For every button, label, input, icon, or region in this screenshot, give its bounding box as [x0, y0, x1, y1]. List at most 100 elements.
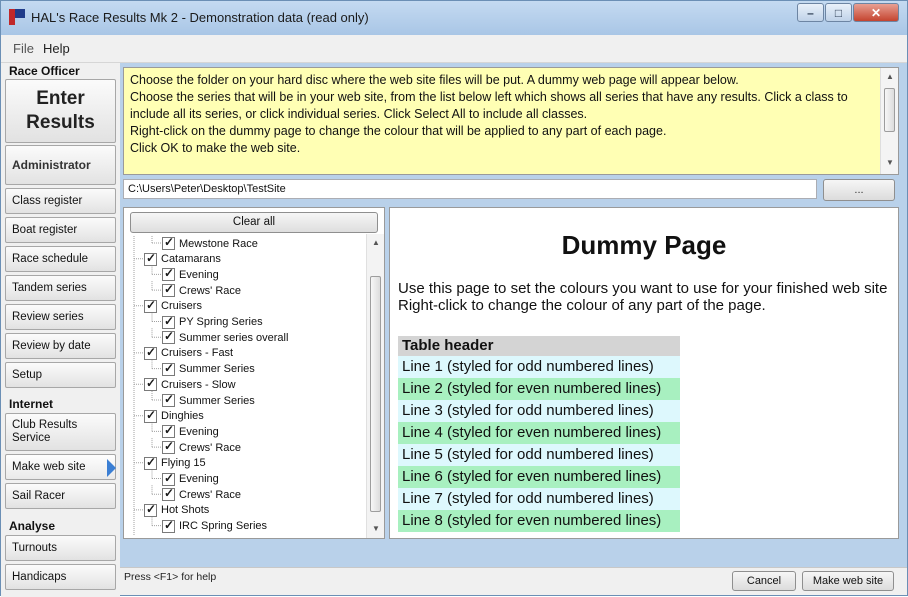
dummy-page-panel[interactable]: Dummy Page Use this page to set the colo…: [389, 207, 899, 539]
checkmark-icon: ✓: [146, 297, 157, 312]
sidebar-item-turnouts[interactable]: Turnouts: [5, 535, 116, 561]
close-button[interactable]: ✕: [853, 3, 899, 22]
scroll-up-icon[interactable]: ▲: [372, 238, 380, 247]
tree-class-node[interactable]: ✓ Cruisers - Fast: [144, 345, 233, 361]
scroll-thumb[interactable]: [884, 88, 895, 132]
checkbox[interactable]: ✓: [162, 314, 175, 329]
sidebar-item-tandem-series[interactable]: Tandem series: [5, 275, 116, 301]
tree-series-node[interactable]: ✓ Summer series overall: [162, 329, 288, 345]
make-web-site-button[interactable]: Make web site: [802, 571, 894, 591]
checkmark-icon: ✓: [164, 282, 175, 297]
tree-class-node[interactable]: ✓ Dinghies: [144, 407, 204, 424]
sidebar-item-make-web-site[interactable]: Make web site: [5, 454, 116, 480]
dummy-table-header[interactable]: Table header: [398, 336, 680, 356]
checkbox[interactable]: ✓: [162, 329, 175, 345]
tree-series-node[interactable]: ✓ Evening: [162, 423, 219, 439]
dummy-table[interactable]: Table header Line 1 (styled for odd numb…: [398, 336, 680, 532]
dummy-page-body[interactable]: Use this page to set the colours you wan…: [398, 280, 888, 314]
dummy-table-row[interactable]: Line 2 (styled for even numbered lines): [398, 378, 680, 400]
checkmark-icon: ✓: [164, 392, 175, 406]
dummy-table-row[interactable]: Line 3 (styled for odd numbered lines): [398, 400, 680, 422]
instructions-scrollbar[interactable]: ▲ ▼: [880, 68, 898, 174]
checkbox[interactable]: ✓: [144, 345, 157, 360]
tree-class-node[interactable]: ✓ Flying 15: [144, 455, 206, 471]
dummy-table-row[interactable]: Line 6 (styled for even numbered lines): [398, 466, 680, 488]
checkmark-icon: ✓: [146, 407, 157, 422]
tree-series-node[interactable]: ✓ Crews' Race: [162, 439, 241, 455]
checkbox[interactable]: ✓: [144, 502, 157, 517]
scroll-thumb[interactable]: [370, 276, 381, 512]
checkbox[interactable]: ✓: [162, 266, 175, 282]
checkbox[interactable]: ✓: [162, 486, 175, 502]
cancel-button[interactable]: Cancel: [732, 571, 796, 591]
administrator-button[interactable]: Administrator: [5, 145, 116, 185]
sidebar-item-handicaps[interactable]: Handicaps: [5, 564, 116, 590]
checkbox[interactable]: ✓: [162, 236, 175, 250]
checkbox[interactable]: ✓: [162, 282, 175, 298]
sidebar-item-label: Review series: [12, 311, 84, 323]
checkbox[interactable]: ✓: [144, 376, 157, 392]
checkbox[interactable]: ✓: [144, 455, 157, 470]
maximize-icon: □: [834, 6, 843, 20]
clear-all-button[interactable]: Clear all: [130, 212, 378, 233]
checkbox[interactable]: ✓: [162, 518, 175, 533]
tree-node-label: Crews' Race: [179, 488, 242, 501]
tree-series-node[interactable]: ✓ Crews' Race: [162, 282, 241, 298]
sidebar-item-club-results-service[interactable]: Club Results Service: [5, 413, 116, 451]
scroll-down-icon[interactable]: ▼: [886, 158, 894, 167]
checkbox[interactable]: ✓: [162, 471, 175, 486]
sidebar-item-class-register[interactable]: Class register: [5, 188, 116, 214]
checkbox[interactable]: ✓: [144, 251, 157, 266]
instructions-panel[interactable]: Choose the folder on your hard disc wher…: [123, 67, 899, 175]
tree-series-node[interactable]: ✓ Summer Series: [162, 360, 255, 377]
tree-series-node[interactable]: ✓ Evening: [162, 471, 219, 487]
sidebar: Race Officer Enter Results Administrator …: [1, 63, 120, 597]
dummy-page-title[interactable]: Dummy Page: [390, 230, 898, 261]
checkbox[interactable]: ✓: [144, 407, 157, 423]
dummy-table-row[interactable]: Line 7 (styled for odd numbered lines): [398, 488, 680, 510]
sidebar-item-review-by-date[interactable]: Review by date: [5, 333, 116, 359]
enter-results-line2: Results: [26, 112, 95, 133]
checkbox[interactable]: ✓: [144, 297, 157, 313]
dummy-table-row[interactable]: Line 8 (styled for even numbered lines): [398, 510, 680, 532]
tree-class-node[interactable]: ✓ Hot Shots: [144, 502, 209, 518]
tree-series-node[interactable]: ✓ Summer Series: [162, 392, 255, 408]
tree-class-node[interactable]: ✓ Cruisers - Slow: [144, 376, 236, 392]
scroll-down-icon[interactable]: ▼: [372, 524, 380, 533]
tree-scrollbar[interactable]: ▲ ▼: [366, 234, 384, 538]
sidebar-item-review-series[interactable]: Review series: [5, 304, 116, 330]
checkmark-icon: ✓: [164, 360, 175, 375]
sidebar-item-boat-register[interactable]: Boat register: [5, 217, 116, 243]
menu-help[interactable]: Help: [43, 41, 70, 56]
checkbox[interactable]: ✓: [162, 439, 175, 455]
checkbox[interactable]: ✓: [162, 392, 175, 407]
tree-node-label: Flying 15: [161, 457, 206, 470]
enter-results-button[interactable]: Enter Results: [5, 79, 116, 143]
checkbox[interactable]: ✓: [162, 423, 175, 439]
tree-series-node[interactable]: ✓ IRC Spring Series: [162, 518, 267, 534]
instructions-text: Choose the folder on your hard disc wher…: [130, 72, 870, 157]
tree-series-node[interactable]: ✓ Mewstone Race: [162, 236, 258, 251]
menu-file[interactable]: File: [13, 41, 34, 56]
maximize-button[interactable]: □: [825, 3, 852, 22]
tree-class-node[interactable]: ✓ Cruisers: [144, 297, 202, 314]
checkbox[interactable]: ✓: [162, 360, 175, 376]
dummy-table-row[interactable]: Line 1 (styled for odd numbered lines): [398, 356, 680, 378]
minimize-button[interactable]: –: [797, 3, 824, 22]
folder-path-input[interactable]: C:\Users\Peter\Desktop\TestSite: [123, 179, 817, 199]
tree-series-node[interactable]: ✓ PY Spring Series: [162, 314, 263, 330]
sidebar-item-sail-racer[interactable]: Sail Racer: [5, 483, 116, 509]
sidebar-item-label: Make web site: [12, 461, 86, 473]
close-icon: ✕: [870, 6, 882, 20]
tree-class-node[interactable]: ✓ Catamarans: [144, 251, 221, 267]
tree-node-label: Summer Series: [179, 363, 255, 376]
dummy-table-row[interactable]: Line 4 (styled for even numbered lines): [398, 422, 680, 444]
sidebar-item-setup[interactable]: Setup: [5, 362, 116, 388]
sidebar-item-race-schedule[interactable]: Race schedule: [5, 246, 116, 272]
tree-series-node[interactable]: ✓ Crews' Race: [162, 486, 242, 502]
browse-button[interactable]: ...: [823, 179, 895, 201]
dummy-table-row[interactable]: Line 5 (styled for odd numbered lines): [398, 444, 680, 466]
sidebar-item-label: Race schedule: [12, 253, 89, 265]
tree-series-node[interactable]: ✓ Evening: [162, 266, 219, 282]
scroll-up-icon[interactable]: ▲: [886, 72, 894, 81]
